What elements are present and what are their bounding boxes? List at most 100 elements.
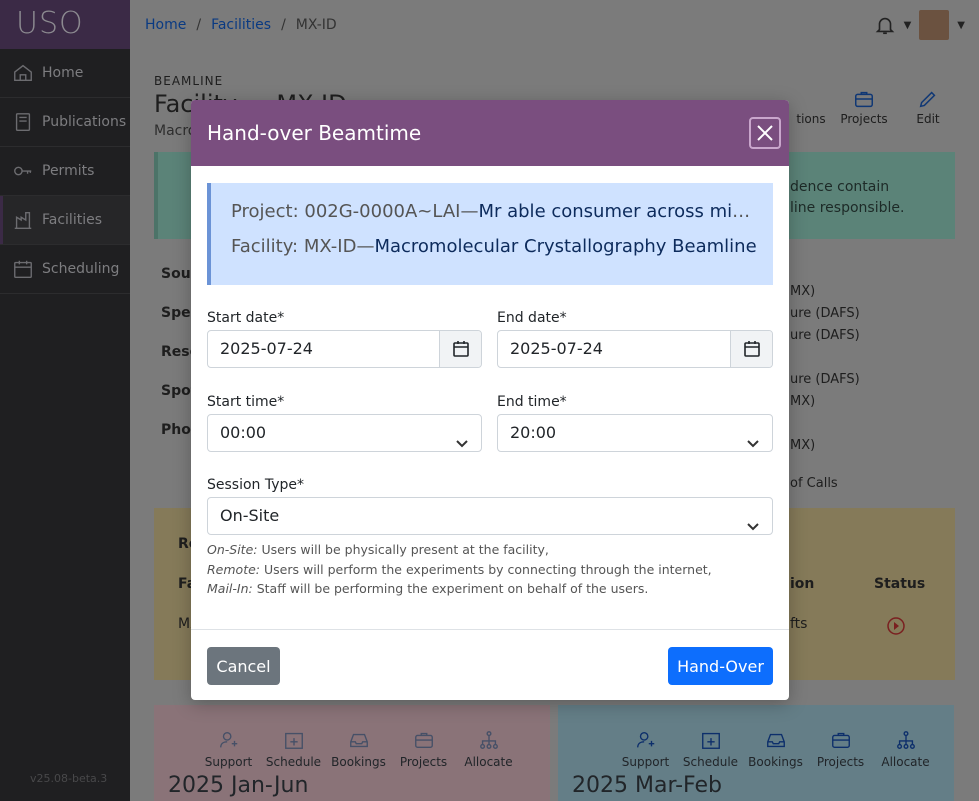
tool-projects[interactable]: Projects [808, 729, 873, 769]
start-date-field[interactable]: 2025-07-24 [207, 330, 482, 368]
chevron-down-icon[interactable]: ▼ [957, 20, 965, 31]
facility-values: MX) ure (DAFS) ure (DAFS) ure (DAFS) MX)… [790, 284, 860, 491]
calendar-plus-icon [701, 732, 720, 749]
schedule-col-status: Status [874, 576, 926, 592]
sidebar: USO Home Publications Permits Facilities… [0, 0, 130, 801]
avatar[interactable] [919, 10, 950, 40]
tool-support[interactable]: Support [613, 729, 678, 769]
building-icon [14, 211, 32, 229]
breadcrumb-home[interactable]: Home [145, 17, 186, 33]
chevron-down-icon[interactable]: ▼ [904, 20, 912, 31]
cycle-card-title: 2025 Jan-Jun [168, 773, 309, 798]
toolbar-edit[interactable]: Edit [896, 88, 960, 126]
cycle-card-2: Support Schedule Bookings Projects Alloc… [558, 705, 954, 801]
sidebar-item-label: Facilities [42, 212, 102, 228]
modal-header: Hand-over Beamtime [191, 100, 789, 166]
session-type-select[interactable]: On-Site [207, 497, 773, 535]
handover-modal: Hand-over Beamtime Project: 002G-0000A~L… [191, 100, 789, 700]
close-icon [757, 125, 773, 141]
cancel-button[interactable]: Cancel [207, 647, 280, 685]
sidebar-item-label: Home [42, 65, 84, 81]
sidebar-item-label: Permits [42, 163, 95, 179]
modal-footer: Cancel Hand-Over [191, 629, 789, 700]
start-time-value: 00:00 [220, 423, 267, 442]
breadcrumb-separator: / [196, 16, 202, 33]
sidebar-item-label: Publications [42, 114, 127, 130]
start-date-label: Start date* [207, 310, 285, 326]
end-date-picker-button[interactable] [730, 331, 772, 367]
beamtime-summary: Project: 002G-0000A~LAI—Mr able consumer… [207, 183, 773, 285]
add-user-icon [636, 731, 654, 748]
chevron-down-icon [746, 510, 760, 531]
end-date-label: End date* [497, 310, 567, 326]
facility-line: Facility: MX-ID—Macromolecular Crystallo… [231, 236, 757, 257]
tool-allocate[interactable]: Allocate [456, 729, 521, 769]
hand-over-button[interactable]: Hand-Over [668, 647, 773, 685]
end-date-value[interactable]: 2025-07-24 [498, 331, 730, 367]
briefcase-icon [414, 732, 433, 749]
calendar-icon [743, 341, 760, 357]
end-time-label: End time* [497, 394, 567, 410]
chevron-down-icon [455, 427, 469, 448]
sidebar-item-label: Scheduling [42, 261, 120, 277]
sitemap-icon [479, 731, 498, 749]
sidebar-item-publications[interactable]: Publications [0, 98, 130, 147]
schedule-cell-shifts: fts [790, 616, 808, 632]
tool-support[interactable]: Support [196, 729, 261, 769]
start-date-picker-button[interactable] [439, 331, 481, 367]
app-version: v25.08-beta.3 [30, 772, 108, 785]
end-time-select[interactable]: 20:00 [497, 414, 773, 452]
page-toolbar: tions Projects Edit [790, 88, 960, 126]
chevron-down-icon [746, 427, 760, 448]
play-circle-icon[interactable] [886, 616, 906, 636]
briefcase-icon [855, 91, 873, 108]
start-date-value[interactable]: 2025-07-24 [208, 331, 439, 367]
tool-allocate[interactable]: Allocate [873, 729, 938, 769]
tool-projects[interactable]: Projects [391, 729, 456, 769]
sitemap-icon [896, 731, 915, 749]
app-brand[interactable]: USO [0, 0, 130, 49]
cycle-card-toolbar: Support Schedule Bookings Projects Alloc… [613, 729, 938, 769]
add-user-icon [219, 731, 237, 748]
cycle-card-title: 2025 Mar-Feb [572, 773, 722, 798]
cycle-card-toolbar: Support Schedule Bookings Projects Alloc… [196, 729, 521, 769]
tool-schedule[interactable]: Schedule [261, 729, 326, 769]
key-icon [14, 166, 32, 176]
sidebar-item-permits[interactable]: Permits [0, 147, 130, 196]
breadcrumb-facilities[interactable]: Facilities [211, 17, 271, 33]
calendar-icon [14, 260, 32, 278]
schedule-col-action: ion [790, 576, 815, 592]
sidebar-item-scheduling[interactable]: Scheduling [0, 245, 130, 294]
breadcrumb-current: MX-ID [295, 16, 337, 33]
modal-title: Hand-over Beamtime [207, 121, 422, 145]
sidebar-item-home[interactable]: Home [0, 49, 130, 98]
toolbar-publications[interactable]: tions [790, 88, 832, 126]
tool-schedule[interactable]: Schedule [678, 729, 743, 769]
page-kicker: BEAMLINE [154, 74, 224, 88]
breadcrumb-separator: / [281, 16, 286, 33]
tool-bookings[interactable]: Bookings [326, 729, 391, 769]
calendar-icon [452, 341, 469, 357]
session-type-value: On-Site [220, 506, 280, 525]
end-date-field[interactable]: 2025-07-24 [497, 330, 773, 368]
calendar-plus-icon [284, 732, 303, 749]
toolbar-projects[interactable]: Projects [832, 88, 896, 126]
topbar: Home / Facilities / MX-ID ▼ ▼ [130, 0, 979, 49]
briefcase-icon [831, 732, 850, 749]
pencil-icon [919, 91, 936, 108]
session-type-help: On-Site: Users will be physically presen… [207, 542, 712, 596]
session-type-label: Session Type* [207, 477, 305, 493]
start-time-label: Start time* [207, 394, 285, 410]
sidebar-item-facilities[interactable]: Facilities [0, 196, 130, 245]
end-time-value: 20:00 [510, 423, 557, 442]
bell-icon[interactable] [874, 13, 896, 37]
tool-bookings[interactable]: Bookings [743, 729, 808, 769]
home-icon [14, 64, 32, 82]
book-icon [15, 113, 31, 131]
info-alert-text: dence contain line responsible. [790, 179, 905, 216]
start-time-select[interactable]: 00:00 [207, 414, 482, 452]
user-area: ▼ ▼ [874, 10, 965, 40]
project-line: Project: 002G-0000A~LAI—Mr able consumer… [231, 201, 761, 222]
close-button[interactable] [749, 117, 781, 149]
inbox-icon [766, 733, 785, 748]
